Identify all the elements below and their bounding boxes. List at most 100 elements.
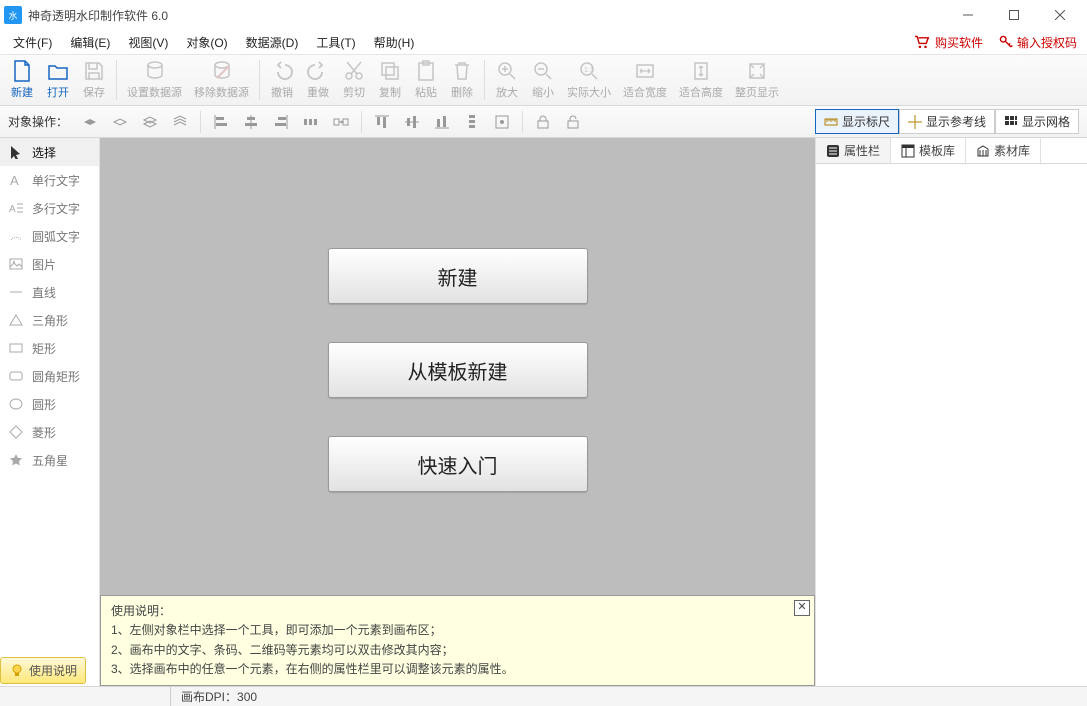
- align-center-h[interactable]: [239, 110, 263, 134]
- tb-redo[interactable]: 重做: [300, 56, 336, 104]
- buy-software-button[interactable]: 购买软件: [907, 32, 989, 53]
- move-down-icon: [142, 114, 158, 130]
- instructions-line3: 3、选择画布中的任意一个元素，在右侧的属性栏里可以调整该元素的属性。: [111, 660, 804, 679]
- window-controls: [945, 0, 1083, 30]
- fit-height-icon: [690, 60, 712, 82]
- tb-save[interactable]: 保存: [76, 56, 112, 104]
- close-button[interactable]: [1037, 0, 1083, 30]
- align-right[interactable]: [269, 110, 293, 134]
- multi-text-icon: A: [9, 201, 23, 215]
- tb-set-data[interactable]: 设置数据源: [121, 56, 188, 104]
- menu-help[interactable]: 帮助(H): [365, 31, 424, 54]
- unlock-icon: [565, 114, 581, 130]
- redo-icon: [307, 60, 329, 82]
- triangle-icon: [9, 313, 23, 327]
- tool-image[interactable]: 图片: [0, 250, 99, 278]
- tb-paste[interactable]: 粘贴: [408, 56, 444, 104]
- layer-up[interactable]: [108, 110, 132, 134]
- tool-arc-text[interactable]: 圆弧文字: [0, 222, 99, 250]
- align-top[interactable]: [370, 110, 394, 134]
- distribute-v-icon: [464, 114, 480, 130]
- tb-zoom-out[interactable]: 缩小: [525, 56, 561, 104]
- tb-actual-size[interactable]: 1:1实际大小: [561, 56, 617, 104]
- tb-cut[interactable]: 剪切: [336, 56, 372, 104]
- tool-single-text[interactable]: A单行文字: [0, 166, 99, 194]
- minimize-button[interactable]: [945, 0, 991, 30]
- svg-text:1:1: 1:1: [584, 67, 594, 74]
- app-title: 神奇透明水印制作软件 6.0: [28, 7, 168, 24]
- tool-round-rect[interactable]: 圆角矩形: [0, 362, 99, 390]
- layer-back[interactable]: [168, 110, 192, 134]
- align-middle[interactable]: [400, 110, 424, 134]
- layer-down[interactable]: [138, 110, 162, 134]
- send-back-icon: [172, 114, 188, 130]
- btn-new-from-template[interactable]: 从模板新建: [328, 342, 588, 398]
- template-icon: [901, 144, 915, 158]
- tb-delete[interactable]: 删除: [444, 56, 480, 104]
- align-right-icon: [273, 114, 289, 130]
- tb-fit-page[interactable]: 整页显示: [729, 56, 785, 104]
- database-set-icon: [144, 60, 166, 82]
- menu-edit[interactable]: 编辑(E): [61, 31, 119, 54]
- distribute-h[interactable]: [299, 110, 323, 134]
- tab-assets[interactable]: 素材库: [966, 138, 1041, 163]
- align-left[interactable]: [209, 110, 233, 134]
- library-icon: [976, 144, 990, 158]
- btn-new-canvas[interactable]: 新建: [328, 248, 588, 304]
- menu-view[interactable]: 视图(V): [119, 31, 177, 54]
- menu-tool[interactable]: 工具(T): [307, 31, 364, 54]
- tool-diamond[interactable]: 菱形: [0, 418, 99, 446]
- layer-front[interactable]: [78, 110, 102, 134]
- tool-star[interactable]: 五角星: [0, 446, 99, 474]
- fit-width-icon: [634, 60, 656, 82]
- tool-multi-text[interactable]: A多行文字: [0, 194, 99, 222]
- help-tab[interactable]: 使用说明: [0, 657, 86, 684]
- align-left-icon: [213, 114, 229, 130]
- tb-fit-height[interactable]: 适合高度: [673, 56, 729, 104]
- menu-data[interactable]: 数据源(D): [237, 31, 308, 54]
- single-text-icon: A: [9, 173, 23, 187]
- new-file-icon: [11, 60, 33, 82]
- toggle-ruler[interactable]: 显示标尺: [815, 109, 899, 134]
- align-top-icon: [374, 114, 390, 130]
- tb-zoom-in[interactable]: 放大: [489, 56, 525, 104]
- open-folder-icon: [47, 60, 69, 82]
- maximize-button[interactable]: [991, 0, 1037, 30]
- tool-circle[interactable]: 圆形: [0, 390, 99, 418]
- svg-text:A: A: [10, 173, 19, 187]
- align-bottom[interactable]: [430, 110, 454, 134]
- instructions-close[interactable]: ✕: [794, 600, 810, 616]
- lock[interactable]: [531, 110, 555, 134]
- tab-properties[interactable]: 属性栏: [816, 138, 891, 163]
- distribute-v[interactable]: [460, 110, 484, 134]
- center-canvas[interactable]: [490, 110, 514, 134]
- unlock[interactable]: [561, 110, 585, 134]
- menu-file[interactable]: 文件(F): [4, 31, 61, 54]
- arc-text-icon: [9, 229, 23, 243]
- undo-icon: [271, 60, 293, 82]
- toggle-guide[interactable]: 显示参考线: [899, 109, 995, 134]
- tb-open[interactable]: 打开: [40, 56, 76, 104]
- object-ops-label: 对象操作：: [8, 113, 68, 130]
- tb-undo[interactable]: 撤销: [264, 56, 300, 104]
- canvas-area: 新建 从模板新建 快速入门 使用说明： 1、左侧对象栏中选择一个工具，即可添加一…: [100, 138, 815, 686]
- guide-icon: [908, 115, 922, 129]
- tb-fit-width[interactable]: 适合宽度: [617, 56, 673, 104]
- group[interactable]: [329, 110, 353, 134]
- tool-triangle[interactable]: 三角形: [0, 306, 99, 334]
- tb-copy[interactable]: 复制: [372, 56, 408, 104]
- group-icon: [333, 114, 349, 130]
- tb-new[interactable]: 新建: [4, 56, 40, 104]
- tool-rect[interactable]: 矩形: [0, 334, 99, 362]
- fit-page-icon: [746, 60, 768, 82]
- enter-license-button[interactable]: 输入授权码: [993, 32, 1083, 53]
- menu-object[interactable]: 对象(O): [177, 31, 236, 54]
- tool-select[interactable]: 选择: [0, 138, 99, 166]
- toggle-grid[interactable]: 显示网格: [995, 109, 1079, 134]
- bulb-icon: [9, 663, 25, 679]
- main-toolbar: 新建 打开 保存 设置数据源 移除数据源 撤销 重做 剪切 复制 粘贴 删除 放…: [0, 54, 1087, 106]
- tab-templates[interactable]: 模板库: [891, 138, 966, 163]
- tb-remove-data[interactable]: 移除数据源: [188, 56, 255, 104]
- tool-line[interactable]: 直线: [0, 278, 99, 306]
- btn-quick-start[interactable]: 快速入门: [328, 436, 588, 492]
